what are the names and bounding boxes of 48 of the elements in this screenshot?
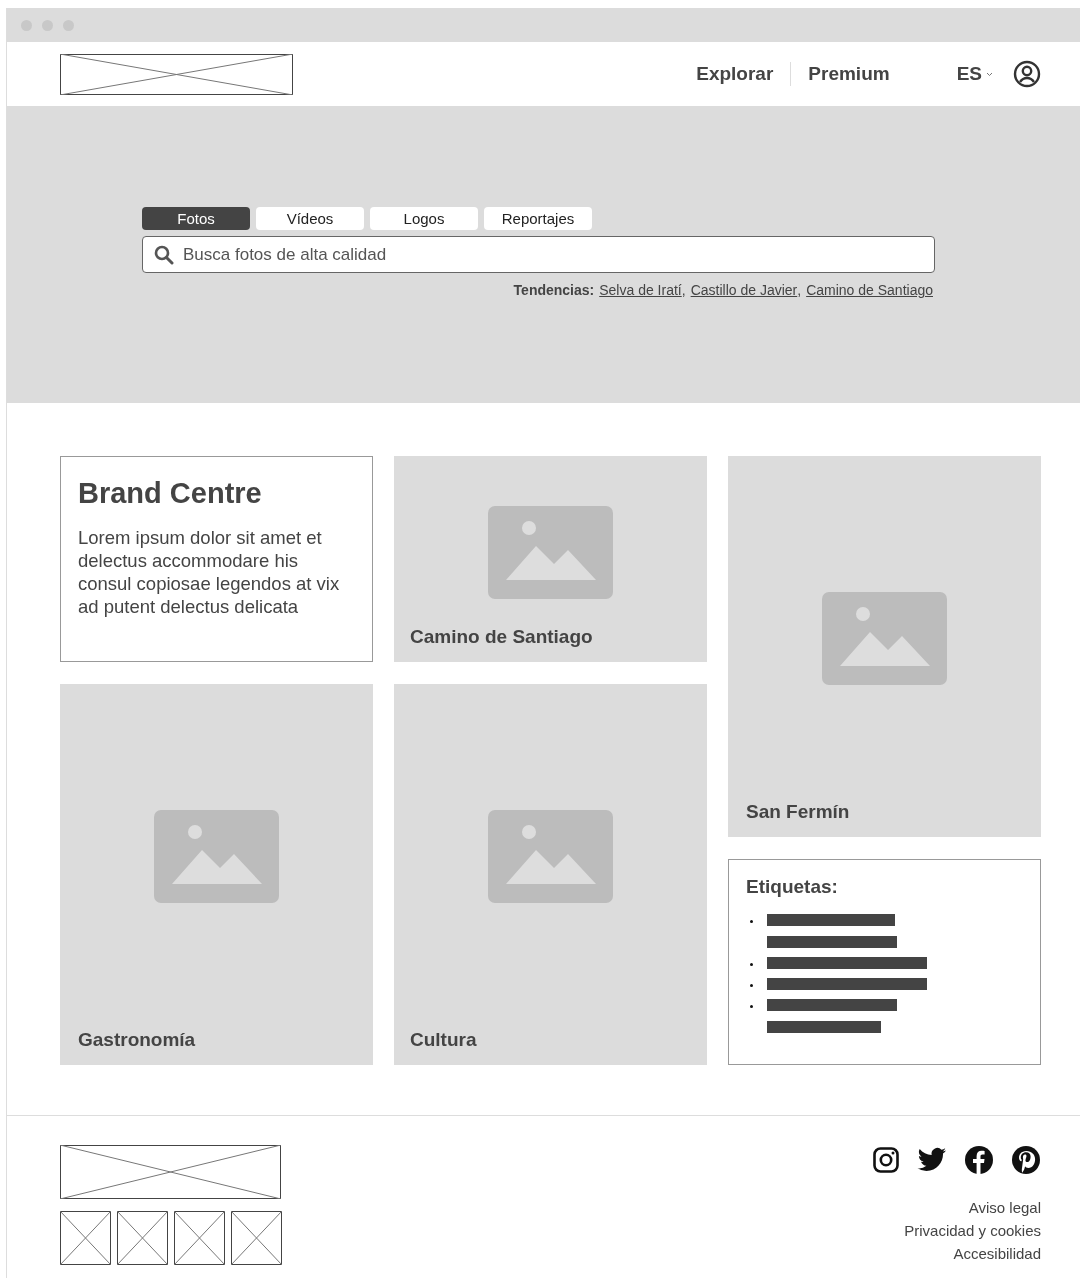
search-tab[interactable]: Reportajes	[484, 207, 592, 230]
tile-label: Camino de Santiago	[409, 626, 594, 649]
trend-link[interactable]: Castillo de Javier	[690, 282, 798, 298]
facebook-icon[interactable]	[964, 1145, 994, 1175]
intro-title: Brand Centre	[78, 477, 263, 510]
caret-icon	[986, 71, 993, 77]
separator: ,	[797, 282, 802, 298]
bullet-icon	[750, 984, 753, 987]
nav-link[interactable]: Explorar	[679, 63, 791, 85]
bullet-icon	[750, 963, 753, 966]
bullet-icon	[750, 1005, 753, 1008]
trend-link[interactable]: Camino de Santiago	[806, 282, 933, 298]
logo-placeholder	[174, 1211, 225, 1265]
tile-label: Cultura	[409, 1029, 478, 1052]
tags-title: Etiquetas:	[746, 876, 839, 898]
footer-link[interactable]: Aviso legal	[968, 1199, 1041, 1216]
category-tile[interactable]: Gastronomía	[60, 684, 373, 1065]
footer-link[interactable]: Privacidad y cookies	[904, 1222, 1041, 1239]
search-tab[interactable]: Fotos	[142, 207, 250, 230]
search-tab[interactable]: Vídeos	[256, 207, 364, 230]
image-icon	[154, 810, 279, 903]
language-selector[interactable]: ES	[956, 63, 993, 85]
search-icon	[154, 245, 174, 265]
image-icon	[488, 810, 613, 903]
bullet-icon	[750, 920, 753, 923]
nav-link[interactable]: Premium	[791, 63, 907, 85]
intro-text: Lorem ipsum dolor sit amet et delectus accommodare his consul copiosae legendos at vix ad putent delectus delicata	[78, 526, 340, 618]
category-tile[interactable]: Camino de Santiago	[394, 456, 707, 662]
logo-placeholder	[117, 1211, 168, 1265]
tile-label: San Fermín	[745, 801, 851, 824]
tile-label: Gastronomía	[77, 1029, 197, 1052]
search-tab[interactable]: Logos	[370, 207, 478, 230]
separator: ,	[681, 282, 686, 298]
pinterest-icon[interactable]	[1011, 1145, 1041, 1175]
image-icon	[822, 592, 947, 685]
instagram-icon[interactable]	[872, 1146, 900, 1174]
trend-link[interactable]: Selva de Iratí	[599, 282, 682, 298]
footer-link[interactable]: Accesibilidad	[953, 1245, 1041, 1262]
category-tile[interactable]: San Fermín	[728, 456, 1041, 837]
category-tile[interactable]: Cultura	[394, 684, 707, 1065]
logo-placeholder[interactable]	[60, 53, 293, 95]
logo-placeholder	[231, 1211, 282, 1265]
logo-placeholder	[60, 1211, 111, 1265]
trends-label: Tendencias:	[513, 282, 595, 298]
image-icon	[488, 505, 613, 599]
user-icon[interactable]	[1013, 60, 1041, 88]
search-field[interactable]: Busca fotos de alta calidad	[142, 236, 935, 273]
twitter-icon[interactable]	[917, 1147, 947, 1173]
